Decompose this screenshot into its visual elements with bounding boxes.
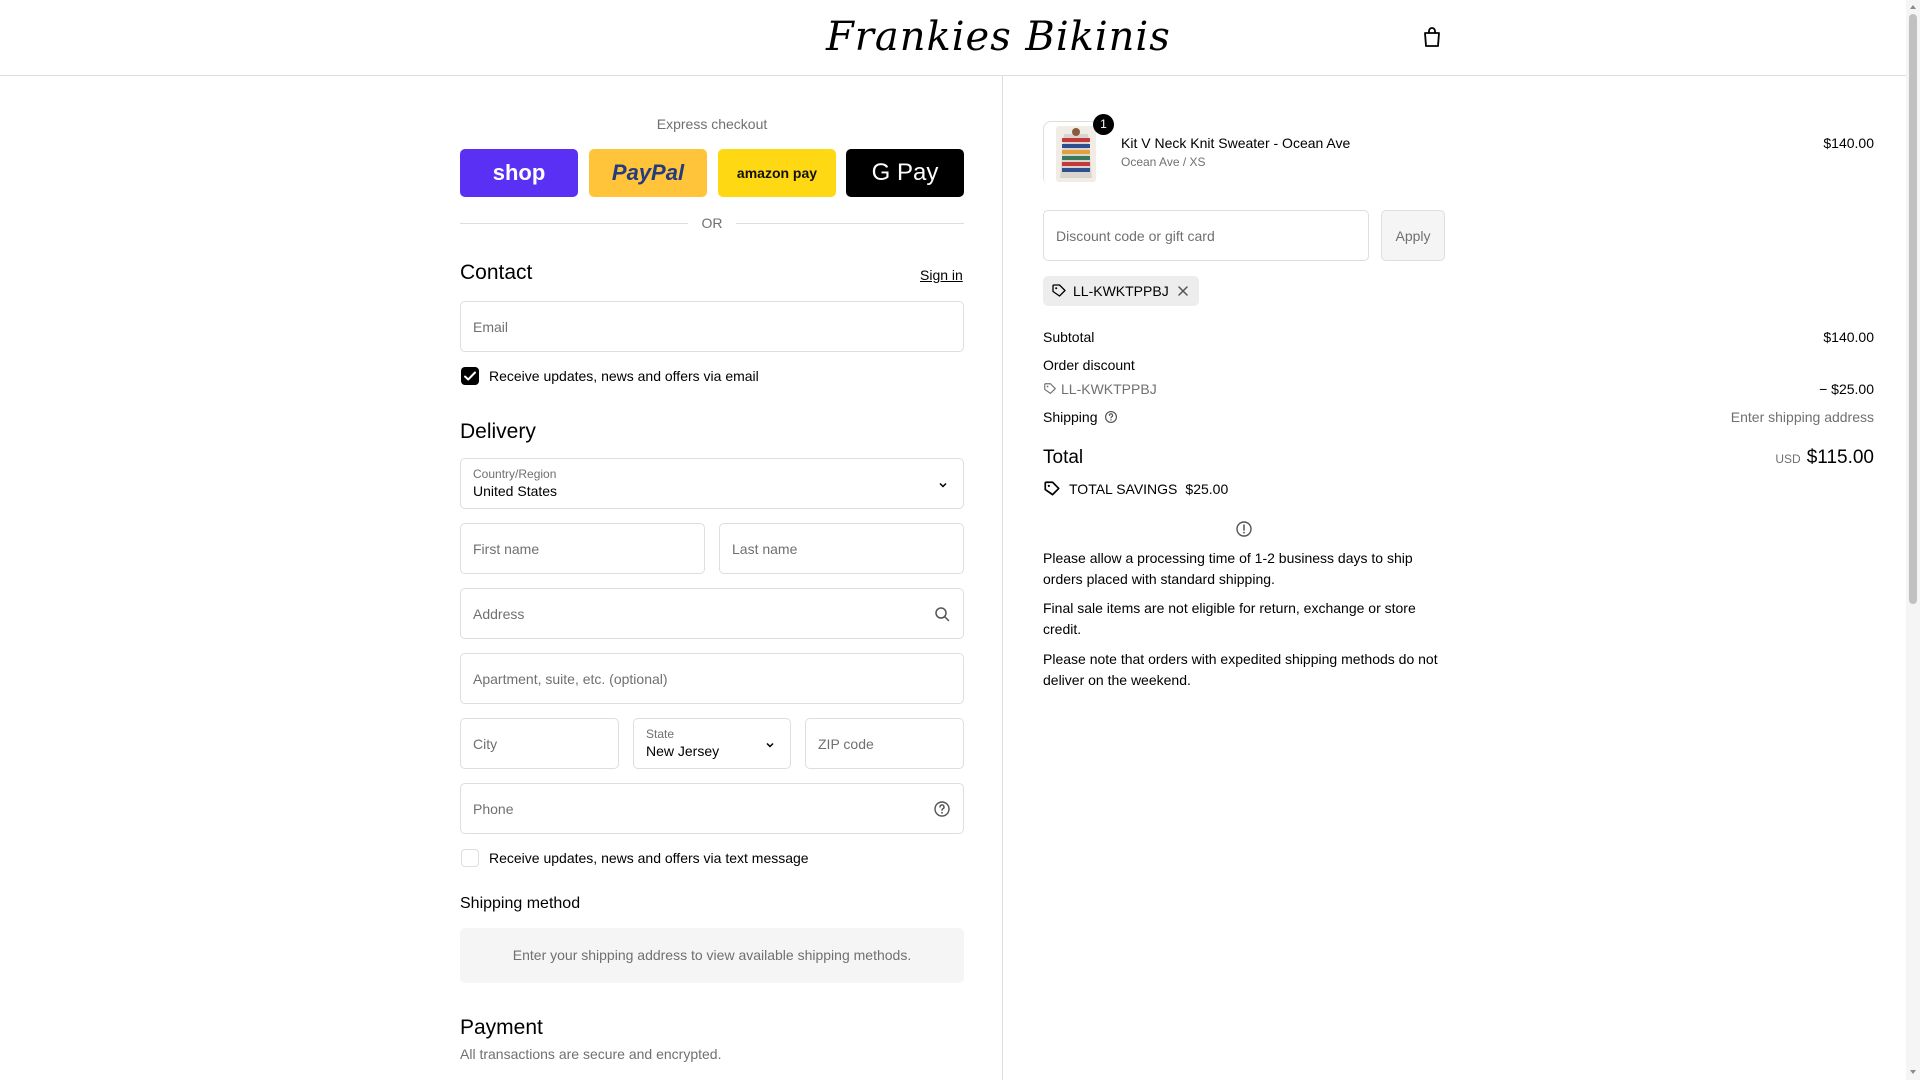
- shop-pay-label: shop: [492, 160, 546, 185]
- product-variant: Ocean Ave / XS: [1121, 155, 1206, 169]
- shipping-method-message: Enter your shipping address to view avai…: [460, 928, 964, 983]
- first-name-field[interactable]: [460, 523, 705, 574]
- email-optin-checkbox[interactable]: [461, 367, 479, 385]
- payment-title: Payment: [460, 1016, 543, 1039]
- savings-value: $25.00: [1185, 481, 1229, 497]
- product-price: $140.00: [1823, 135, 1874, 151]
- contact-title: Contact: [460, 261, 533, 284]
- scroll-down-arrow-icon[interactable]: [1909, 1068, 1917, 1076]
- or-divider-text: OR: [701, 215, 723, 231]
- tag-icon: [1044, 481, 1060, 496]
- chevron-down-icon: [939, 482, 947, 488]
- info-circle-icon: [1236, 521, 1252, 537]
- country-label: Country/Region: [473, 467, 557, 481]
- apartment-field[interactable]: [460, 653, 964, 704]
- first-name-input[interactable]: [461, 524, 704, 573]
- payment-subtitle: All transactions are secure and encrypte…: [460, 1046, 722, 1062]
- tag-icon: [1044, 383, 1056, 394]
- address-input[interactable]: [461, 589, 963, 638]
- notice-processing: Please allow a processing time of 1-2 bu…: [1043, 550, 1413, 587]
- delivery-title: Delivery: [460, 420, 536, 443]
- quantity-badge: 1: [1093, 114, 1114, 135]
- discount-input[interactable]: [1044, 211, 1368, 260]
- city-field[interactable]: [460, 718, 619, 769]
- total-savings-row: TOTAL SAVINGS $25.00: [1043, 480, 1228, 498]
- email-field[interactable]: [460, 301, 964, 352]
- shipping-label: Shipping: [1043, 409, 1098, 425]
- divider: [736, 223, 964, 224]
- savings-label: TOTAL SAVINGS: [1069, 481, 1178, 497]
- discount-code-text: LL-KWKTPPBJ: [1061, 381, 1157, 397]
- checkmark-icon: [464, 371, 476, 381]
- product-name: Kit V Neck Knit Sweater - Ocean Ave: [1121, 135, 1351, 151]
- shipping-row: Shipping: [1043, 409, 1118, 425]
- sms-optin-checkbox[interactable]: [461, 849, 479, 867]
- sms-optin-label: Receive updates, news and offers via tex…: [489, 850, 809, 866]
- google-pay-button[interactable]: G Pay: [846, 149, 964, 197]
- notice-final-sale: Final sale items are not eligible for re…: [1043, 600, 1416, 637]
- apartment-input[interactable]: [461, 654, 963, 703]
- phone-field[interactable]: [460, 783, 964, 834]
- express-checkout-title: Express checkout: [656, 116, 768, 132]
- header: Frankies Bikinis: [0, 0, 1906, 76]
- applied-discount-chip: LL-KWKTPPBJ: [1043, 276, 1199, 306]
- order-discount-label: Order discount: [1043, 357, 1135, 373]
- zip-field[interactable]: [805, 718, 964, 769]
- phone-input[interactable]: [461, 784, 963, 833]
- apply-discount-button[interactable]: Apply: [1381, 210, 1445, 261]
- discount-code-row: LL-KWKTPPBJ: [1043, 381, 1157, 397]
- paypal-button[interactable]: PayPal: [589, 149, 707, 197]
- google-pay-label: G Pay: [871, 159, 939, 186]
- close-icon[interactable]: [1175, 283, 1191, 299]
- currency-code: USD: [1775, 452, 1801, 466]
- scrollbar-thumb[interactable]: [1909, 14, 1917, 604]
- tag-icon: [1052, 284, 1066, 297]
- checkout-form: Express checkout shop PayPal amazon pay …: [0, 76, 1002, 1080]
- state-select[interactable]: State New Jersey: [633, 718, 791, 769]
- zip-input[interactable]: [806, 719, 963, 768]
- total-value: $115.00: [1806, 447, 1874, 468]
- help-circle-icon[interactable]: [933, 800, 951, 818]
- total-row: USD $115.00: [1775, 447, 1874, 469]
- store-logo[interactable]: Frankies Bikinis: [826, 14, 1170, 60]
- city-input[interactable]: [461, 719, 618, 768]
- amazon-pay-button[interactable]: amazon pay: [718, 149, 836, 197]
- country-select[interactable]: Country/Region United States: [460, 458, 964, 509]
- scroll-up-arrow-icon[interactable]: [1909, 3, 1917, 11]
- order-summary: 1 Kit V Neck Knit Sweater - Ocean Ave Oc…: [1002, 76, 1906, 1080]
- search-icon: [935, 607, 950, 622]
- email-input[interactable]: [461, 302, 963, 351]
- amazon-pay-label: amazon pay: [736, 165, 818, 181]
- shop-pay-button[interactable]: shop: [460, 149, 578, 197]
- product-thumbnail: 1: [1043, 114, 1114, 186]
- state-value: New Jersey: [646, 743, 720, 759]
- subtotal-value: $140.00: [1823, 329, 1874, 345]
- chevron-down-icon: [766, 742, 774, 748]
- last-name-input[interactable]: [720, 524, 963, 573]
- sign-in-link[interactable]: Sign in: [920, 267, 963, 283]
- shopping-bag-icon[interactable]: [1420, 25, 1444, 49]
- shipping-method-title: Shipping method: [460, 895, 581, 912]
- paypal-label: PayPal: [611, 160, 685, 185]
- country-value: United States: [473, 483, 558, 499]
- help-circle-icon[interactable]: [1104, 410, 1118, 424]
- discount-field[interactable]: [1043, 210, 1369, 261]
- state-label: State: [646, 727, 675, 741]
- last-name-field[interactable]: [719, 523, 964, 574]
- email-optin-label: Receive updates, news and offers via ema…: [489, 368, 759, 384]
- total-label: Total: [1043, 447, 1084, 468]
- address-field[interactable]: [460, 588, 964, 639]
- applied-code-text: LL-KWKTPPBJ: [1073, 283, 1169, 299]
- notice-expedited: Please note that orders with expedited s…: [1043, 651, 1438, 688]
- divider: [460, 223, 688, 224]
- apply-label: Apply: [1395, 227, 1431, 244]
- subtotal-label: Subtotal: [1043, 329, 1095, 345]
- discount-value: − $25.00: [1819, 381, 1874, 397]
- shipping-value: Enter shipping address: [1730, 409, 1874, 425]
